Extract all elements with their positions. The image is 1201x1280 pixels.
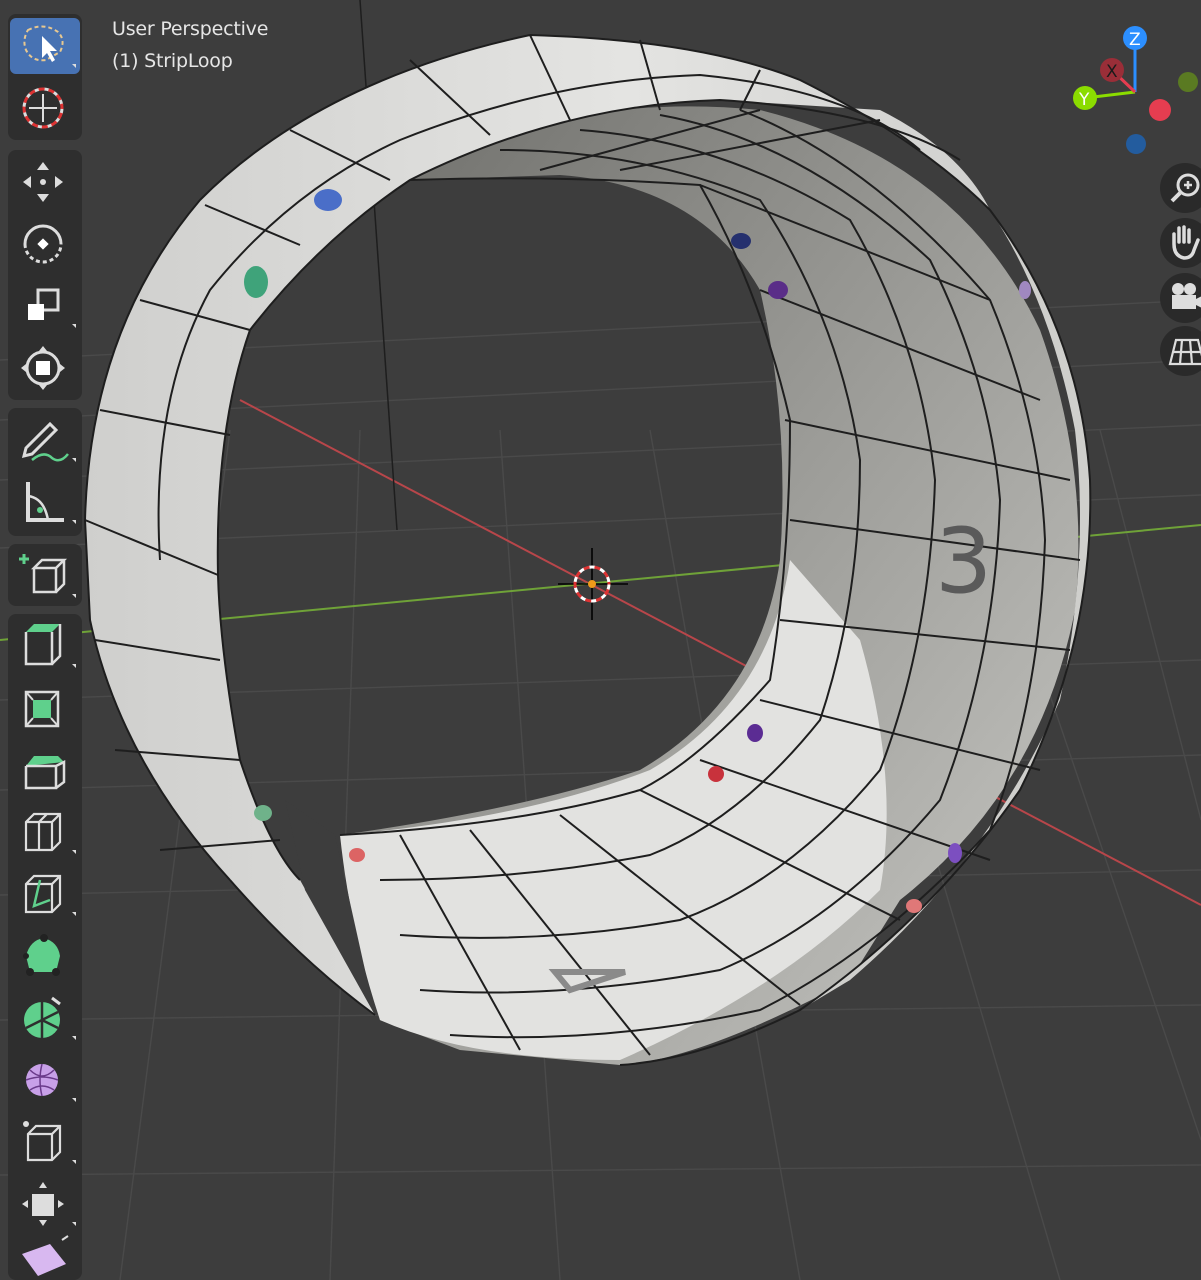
grid-icon (1168, 338, 1201, 366)
view-name-label: User Perspective (112, 18, 269, 40)
move-icon (23, 162, 63, 202)
bevel-icon (24, 756, 66, 790)
spin-tool[interactable] (10, 990, 80, 1046)
edge-slide-icon (23, 1121, 76, 1164)
bevel-tool[interactable] (10, 742, 80, 798)
gizmo-y-label: Y (1078, 90, 1090, 110)
zoom-icon (1170, 173, 1200, 203)
add-cube-icon (19, 554, 76, 598)
scale-tool[interactable] (10, 278, 80, 334)
pan-button[interactable] (1160, 218, 1201, 268)
loop-cut-icon (24, 812, 76, 854)
measure-icon (26, 482, 76, 524)
shrink-fatten-icon (22, 1182, 76, 1226)
gizmo-negative-y[interactable] (1178, 72, 1198, 92)
add-cube-tool[interactable] (10, 548, 80, 604)
inset-icon (24, 690, 60, 728)
object-name-label: (1) StripLoop (112, 50, 233, 72)
move-tool[interactable] (10, 154, 80, 210)
knife-tool[interactable] (10, 866, 80, 922)
poly-build-tool[interactable] (10, 928, 80, 984)
extrude-icon (24, 624, 76, 668)
gizmo-negative-z[interactable] (1126, 134, 1146, 154)
select-box-tool[interactable] (10, 18, 80, 74)
camera-view-button[interactable] (1160, 273, 1201, 323)
cursor-tool[interactable] (10, 80, 80, 136)
scale-icon (28, 288, 76, 328)
gizmo-negative-x[interactable] (1149, 99, 1171, 121)
transform-icon (21, 346, 65, 390)
3d-cursor-icon[interactable] (558, 548, 628, 620)
loop-cut-tool[interactable] (10, 804, 80, 860)
edge-slide-tool[interactable] (10, 1114, 80, 1170)
rotate-icon (23, 224, 63, 264)
poly-build-icon (23, 934, 60, 976)
shear-tool[interactable] (10, 1234, 80, 1280)
camera-icon (1172, 283, 1201, 309)
annotate-tool[interactable] (10, 412, 80, 468)
tool-shelf (0, 0, 90, 1280)
rotate-tool[interactable] (10, 216, 80, 272)
hand-icon (1172, 225, 1200, 260)
transform-tool[interactable] (10, 340, 80, 396)
viewport-scene[interactable]: 3 (0, 0, 1201, 1280)
annotate-icon (21, 421, 76, 462)
inset-faces-tool[interactable] (10, 680, 80, 736)
projection-toggle-button[interactable] (1160, 326, 1201, 376)
shrink-fatten-tool[interactable] (10, 1176, 80, 1232)
select-box-icon (23, 25, 76, 68)
extrude-region-tool[interactable] (10, 618, 80, 674)
measure-tool[interactable] (10, 474, 80, 530)
shear-icon (22, 1235, 69, 1276)
cursor-icon (22, 87, 64, 129)
smooth-tool[interactable] (10, 1052, 80, 1108)
zoom-button[interactable] (1160, 163, 1201, 213)
strip-loop-mesh[interactable]: 3 (84, 33, 1092, 1066)
navigation-gizmo[interactable]: X Y Z (1060, 20, 1201, 160)
3d-viewport[interactable]: 3 User Perspective (1) StripLoop X Y Z (0, 0, 1201, 1280)
mesh-number-label: 3 (935, 509, 992, 614)
spin-icon (24, 996, 76, 1040)
smooth-icon (25, 1063, 76, 1102)
gizmo-z-label: Z (1129, 30, 1141, 50)
knife-icon (24, 874, 76, 916)
gizmo-x-label: X (1106, 62, 1118, 82)
